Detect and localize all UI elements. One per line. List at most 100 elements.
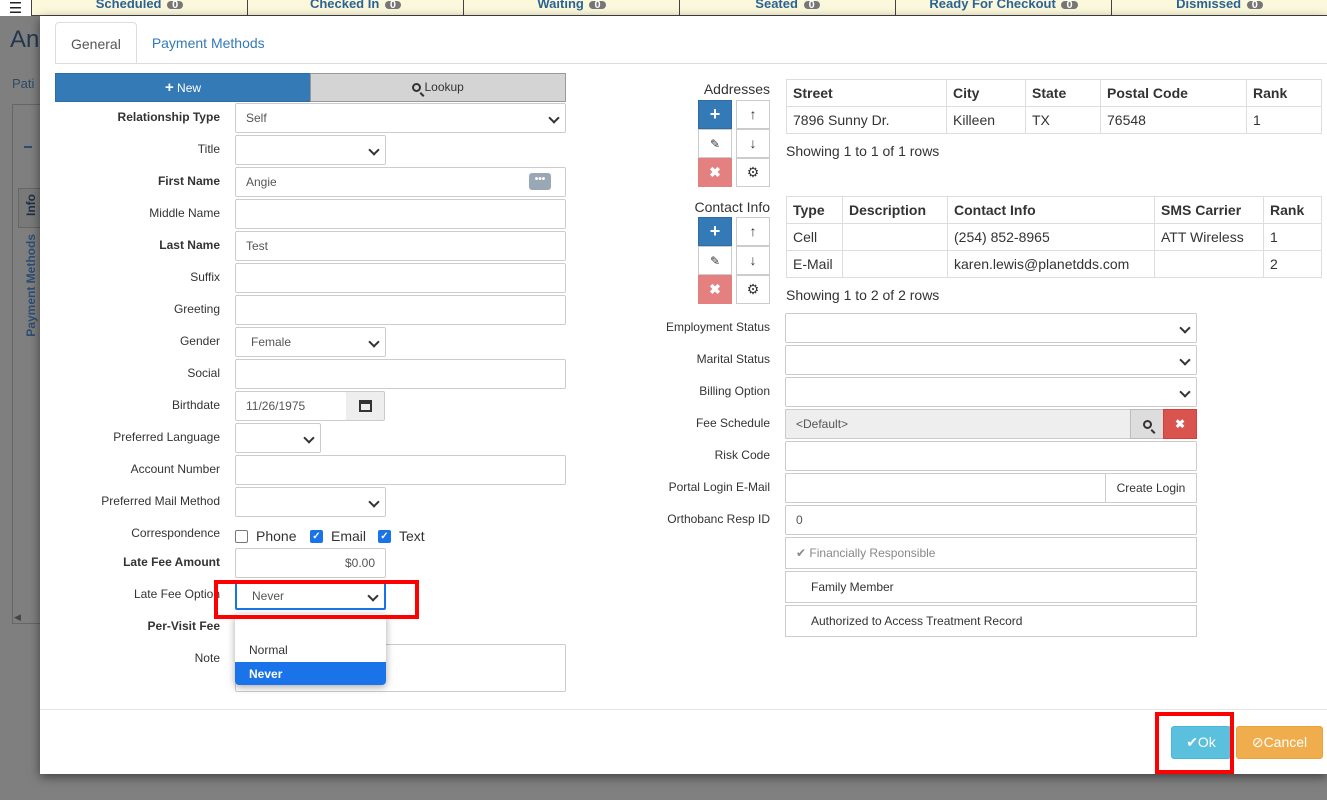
marital-status-select[interactable] xyxy=(785,345,1197,375)
note-label: Note xyxy=(194,651,220,665)
tab-payment-methods[interactable]: Payment Methods xyxy=(137,22,280,64)
create-login-button[interactable]: Create Login xyxy=(1105,473,1197,503)
family-member-label: Family Member xyxy=(811,580,894,594)
move-up-contact-button[interactable]: ↑ xyxy=(736,217,770,246)
email-checkbox[interactable]: ✓ xyxy=(310,529,323,543)
portal-login-email-field[interactable] xyxy=(785,473,1106,503)
move-up-address-button[interactable]: ↑ xyxy=(736,100,770,129)
status-bar: ☰ Scheduled 0 Checked In 0 Waiting 0 Sea… xyxy=(0,0,1327,16)
tab-divider xyxy=(55,63,1327,64)
column-header[interactable]: Postal Code xyxy=(1100,79,1247,107)
column-header[interactable]: City xyxy=(946,79,1026,107)
status-checked-in[interactable]: Checked In 0 xyxy=(248,0,464,15)
move-down-contact-button[interactable]: ↓ xyxy=(736,246,770,275)
side-tab-payment-methods: Payment Methods xyxy=(24,234,38,337)
preferred-language-label: Preferred Language xyxy=(113,430,220,444)
delete-address-button[interactable]: ✖ xyxy=(698,158,732,187)
greeting-field[interactable] xyxy=(235,295,566,325)
cancel-button-label: Cancel xyxy=(1263,734,1308,750)
column-header[interactable]: State xyxy=(1025,79,1101,107)
column-header[interactable]: Rank xyxy=(1263,196,1322,224)
middle-name-field[interactable] xyxy=(235,199,566,229)
phone-checkbox[interactable] xyxy=(235,529,248,543)
fee-schedule-search-button[interactable] xyxy=(1130,409,1164,439)
risk-code-field[interactable] xyxy=(785,441,1197,471)
correspondence-text[interactable]: ✓ Text xyxy=(378,528,425,544)
gender-select[interactable]: Female xyxy=(235,327,386,357)
authorized-access-toggle[interactable]: Authorized to Access Treatment Record xyxy=(785,605,1197,637)
move-down-address-button[interactable]: ↓ xyxy=(736,129,770,158)
relationship-type-select[interactable]: Self xyxy=(235,103,566,133)
tab-general[interactable]: General xyxy=(55,22,137,64)
last-name-label: Last Name xyxy=(159,238,220,252)
column-header[interactable]: Rank xyxy=(1246,79,1322,107)
billing-option-select[interactable] xyxy=(785,377,1197,407)
column-header[interactable]: Description xyxy=(842,196,948,224)
email-checkbox-label: Email xyxy=(331,528,367,544)
lookup-button[interactable]: Lookup xyxy=(310,73,566,102)
background-panel xyxy=(12,104,40,624)
status-scheduled[interactable]: Scheduled 0 xyxy=(32,0,248,15)
status-count: 0 xyxy=(1246,0,1263,11)
table-cell xyxy=(842,223,948,251)
addresses-label: Addresses xyxy=(703,81,770,97)
column-header[interactable]: SMS Carrier xyxy=(1154,196,1264,224)
contact-settings-button[interactable]: ⚙ xyxy=(736,275,770,304)
preferred-mail-method-label: Preferred Mail Method xyxy=(101,494,220,508)
dropdown-option-never[interactable]: Never xyxy=(235,662,386,685)
search-icon xyxy=(412,83,422,92)
arrow-up-icon: ↑ xyxy=(749,223,757,239)
employment-status-select[interactable] xyxy=(785,313,1197,343)
late-fee-amount-field[interactable]: $0.00 xyxy=(235,548,386,578)
arrow-up-icon: ↑ xyxy=(749,106,757,122)
delete-contact-button[interactable]: ✖ xyxy=(698,275,732,304)
addresses-table: Street City State Postal Code Rank 7896 … xyxy=(786,79,1322,134)
more-icon[interactable]: ••• xyxy=(529,173,551,190)
edit-contact-button[interactable]: ✎ xyxy=(698,246,732,275)
correspondence-email[interactable]: ✓ Email xyxy=(310,528,366,544)
status-waiting[interactable]: Waiting 0 xyxy=(464,0,680,15)
column-header[interactable]: Type xyxy=(786,196,843,224)
birthdate-field[interactable]: 11/26/1975 xyxy=(235,391,347,421)
table-row[interactable]: E-Mail karen.lewis@planetdds.com 2 xyxy=(786,250,1322,278)
suffix-field[interactable] xyxy=(235,263,566,293)
fee-schedule-clear-button[interactable]: ✖ xyxy=(1163,409,1197,439)
lookup-button-label: Lookup xyxy=(424,80,464,94)
hamburger-icon[interactable]: ☰ xyxy=(0,0,32,16)
status-dismissed[interactable]: Dismissed 0 xyxy=(1112,0,1327,15)
column-header[interactable]: Contact Info xyxy=(947,196,1155,224)
calendar-button[interactable] xyxy=(346,391,385,421)
addresses-pagination-info: Showing 1 to 1 of 1 rows xyxy=(786,143,940,159)
financially-responsible-toggle[interactable]: ✔ Financially Responsible xyxy=(785,537,1197,569)
status-seated[interactable]: Seated 0 xyxy=(680,0,896,15)
add-address-button[interactable]: + xyxy=(698,100,732,129)
cancel-button[interactable]: ⊘Cancel xyxy=(1236,726,1323,759)
first-name-label: First Name xyxy=(157,174,220,188)
social-field[interactable] xyxy=(235,359,566,389)
first-name-field[interactable]: Angie ••• xyxy=(235,167,566,197)
marital-status-label: Marital Status xyxy=(696,352,770,366)
plus-icon: + xyxy=(709,221,721,241)
family-member-toggle[interactable]: Family Member xyxy=(785,571,1197,603)
table-cell: 2 xyxy=(1263,250,1322,278)
title-select[interactable] xyxy=(235,135,386,165)
calendar-icon xyxy=(359,400,372,412)
dropdown-option-normal[interactable]: Normal xyxy=(235,638,386,662)
table-row[interactable]: 7896 Sunny Dr. Killeen TX 76548 1 xyxy=(786,106,1322,134)
add-contact-button[interactable]: + xyxy=(698,217,732,246)
new-button[interactable]: + New xyxy=(55,73,311,102)
status-ready-for-checkout[interactable]: Ready For Checkout 0 xyxy=(896,0,1112,15)
table-row[interactable]: Cell (254) 852-8965 ATT Wireless 1 xyxy=(786,223,1322,251)
column-header[interactable]: Street xyxy=(786,79,947,107)
last-name-field[interactable]: Test xyxy=(235,231,566,261)
text-checkbox[interactable]: ✓ xyxy=(378,529,391,543)
correspondence-phone[interactable]: Phone xyxy=(235,528,296,544)
orthobanc-resp-id-field[interactable]: 0 xyxy=(785,505,1197,535)
address-settings-button[interactable]: ⚙ xyxy=(736,158,770,187)
edit-address-button[interactable]: ✎ xyxy=(698,129,732,158)
fee-schedule-field[interactable]: <Default> xyxy=(785,409,1131,439)
table-cell: 76548 xyxy=(1100,106,1247,134)
account-number-field[interactable] xyxy=(235,455,566,485)
preferred-mail-method-select[interactable] xyxy=(235,487,386,517)
preferred-language-select[interactable] xyxy=(235,423,321,453)
